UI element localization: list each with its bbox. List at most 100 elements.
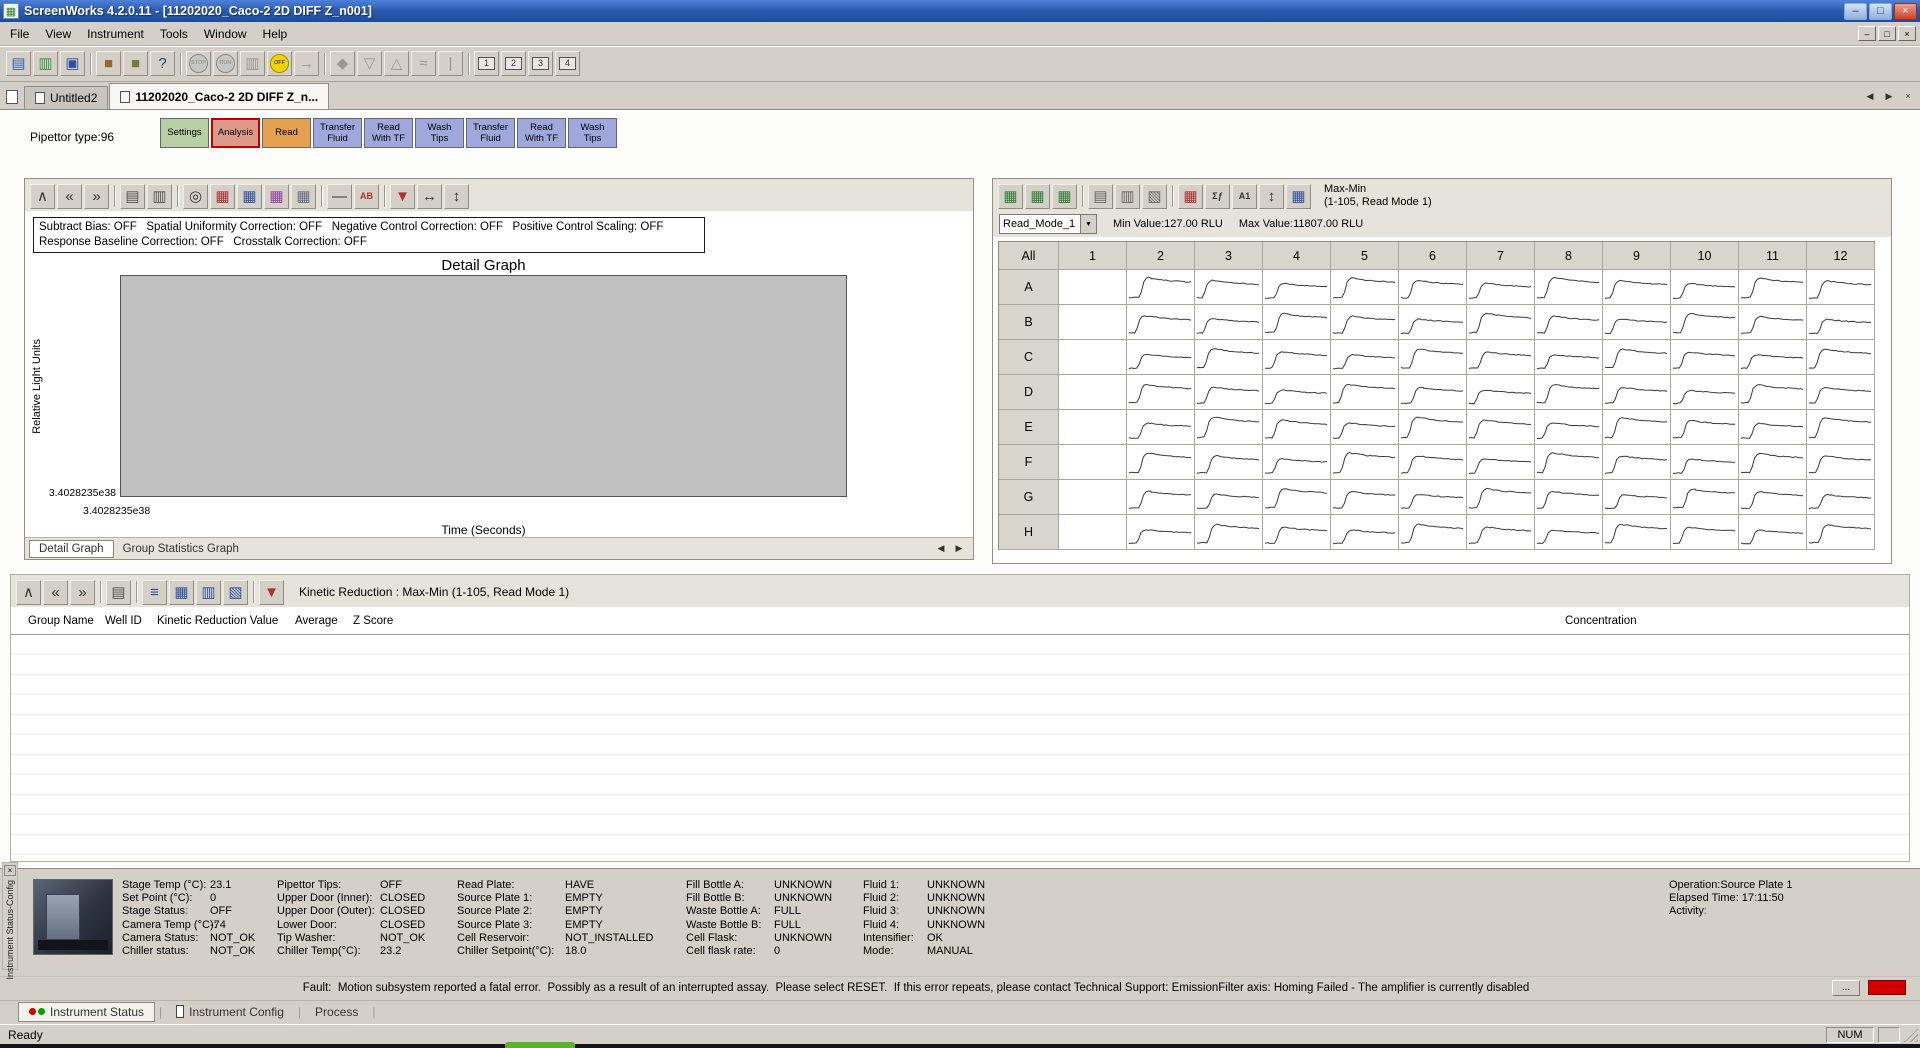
well-H2[interactable] [1127, 515, 1195, 550]
plate-view-icon[interactable]: ▦ [998, 184, 1023, 209]
well-F9[interactable] [1603, 445, 1671, 480]
protocol-tab-transfer-fluid[interactable]: TransferFluid [466, 118, 515, 148]
protocol-tab-read-with-tf[interactable]: ReadWith TF [517, 118, 566, 148]
doc-tab-1[interactable]: 11202020_Caco-2 2D DIFF Z_n... [109, 83, 329, 109]
maximize-button[interactable]: □ [1869, 3, 1892, 20]
well-A6[interactable] [1399, 270, 1467, 305]
plate-row-header-D[interactable]: D [999, 375, 1059, 410]
kinetic-col-average[interactable]: Average [295, 615, 338, 627]
menu-tools[interactable]: Tools [152, 24, 196, 44]
well-A10[interactable] [1671, 270, 1739, 305]
plate-row-header-F[interactable]: F [999, 445, 1059, 480]
well-G1[interactable] [1059, 480, 1127, 515]
well-C5[interactable] [1331, 340, 1399, 375]
well-C8[interactable] [1535, 340, 1603, 375]
protocol-tab-read-with-tf[interactable]: ReadWith TF [364, 118, 413, 148]
well-F8[interactable] [1535, 445, 1603, 480]
well-E5[interactable] [1331, 410, 1399, 445]
menu-window[interactable]: Window [196, 24, 255, 44]
well-H9[interactable] [1603, 515, 1671, 550]
well-G8[interactable] [1535, 480, 1603, 515]
plate-col-header-2[interactable]: 2 [1127, 242, 1195, 270]
well-B11[interactable] [1739, 305, 1807, 340]
well-C4[interactable] [1263, 340, 1331, 375]
well-B3[interactable] [1195, 305, 1263, 340]
layout-frame-4-icon[interactable]: 4 [555, 51, 580, 76]
well-C9[interactable] [1603, 340, 1671, 375]
overlay-graph-mode-icon[interactable]: ▦ [237, 184, 262, 209]
plate-col-header-11[interactable]: 11 [1739, 242, 1807, 270]
well-H4[interactable] [1263, 515, 1331, 550]
well-B9[interactable] [1603, 305, 1671, 340]
export-table-icon[interactable]: ▼ [259, 580, 284, 605]
protocol-tab-transfer-fluid[interactable]: TransferFluid [313, 118, 362, 148]
well-F6[interactable] [1399, 445, 1467, 480]
well-F12[interactable] [1807, 445, 1875, 480]
well-D10[interactable] [1671, 375, 1739, 410]
matrix-view-icon[interactable]: ▧ [223, 580, 248, 605]
well-F2[interactable] [1127, 445, 1195, 480]
well-C3[interactable] [1195, 340, 1263, 375]
autoscale-y-icon[interactable]: ↕ [444, 184, 469, 209]
plate-all-header[interactable]: All [999, 242, 1059, 270]
well-G2[interactable] [1127, 480, 1195, 515]
well-F4[interactable] [1263, 445, 1331, 480]
well-B12[interactable] [1807, 305, 1875, 340]
well-E7[interactable] [1467, 410, 1535, 445]
doc-tab-0[interactable]: Untitled2 [24, 86, 108, 109]
well-D3[interactable] [1195, 375, 1263, 410]
well-H1[interactable] [1059, 515, 1127, 550]
layout-frame-1-icon[interactable]: 1 [474, 51, 499, 76]
protocol-tab-wash-tips[interactable]: WashTips [568, 118, 617, 148]
plate-row-header-E[interactable]: E [999, 410, 1059, 445]
layout-frame-3-icon[interactable]: 3 [528, 51, 553, 76]
tab-scroll-left-icon[interactable]: ◀ [1862, 88, 1878, 104]
well-C11[interactable] [1739, 340, 1807, 375]
plate-col-header-1[interactable]: 1 [1059, 242, 1127, 270]
well-H8[interactable] [1535, 515, 1603, 550]
well-H6[interactable] [1399, 515, 1467, 550]
well-B7[interactable] [1467, 305, 1535, 340]
read-mode-dropdown[interactable]: Read_Mode_1 ▼ [999, 214, 1097, 234]
graph-tab-detail-graph[interactable]: Detail Graph [29, 540, 114, 558]
protocol-tab-read[interactable]: Read [262, 118, 311, 148]
well-C10[interactable] [1671, 340, 1739, 375]
plate-col-header-6[interactable]: 6 [1399, 242, 1467, 270]
well-D11[interactable] [1739, 375, 1807, 410]
well-C12[interactable] [1807, 340, 1875, 375]
well-graph-icon[interactable]: ▦ [1286, 184, 1311, 209]
well-D9[interactable] [1603, 375, 1671, 410]
collapse-table-icon[interactable]: ∧ [16, 580, 41, 605]
menu-view[interactable]: View [37, 24, 79, 44]
stats-table-view-icon[interactable]: ▥ [196, 580, 221, 605]
well-G7[interactable] [1467, 480, 1535, 515]
zoom-tool-icon[interactable]: ◎ [183, 184, 208, 209]
well-D7[interactable] [1467, 375, 1535, 410]
axis-labels-icon[interactable]: AB [354, 184, 379, 209]
well-G9[interactable] [1603, 480, 1671, 515]
page-left-icon[interactable]: « [57, 184, 82, 209]
well-H12[interactable] [1807, 515, 1875, 550]
well-A3[interactable] [1195, 270, 1263, 305]
well-C2[interactable] [1127, 340, 1195, 375]
well-G5[interactable] [1331, 480, 1399, 515]
line-style-icon[interactable]: — [327, 184, 352, 209]
well-B8[interactable] [1535, 305, 1603, 340]
bottom-tab-instrument-status[interactable]: Instrument Status [18, 1002, 155, 1022]
plate-col-header-7[interactable]: 7 [1467, 242, 1535, 270]
mdi-restore-button[interactable]: □ [1878, 26, 1896, 41]
well-D4[interactable] [1263, 375, 1331, 410]
well-D5[interactable] [1331, 375, 1399, 410]
well-H7[interactable] [1467, 515, 1535, 550]
well-D2[interactable] [1127, 375, 1195, 410]
well-D8[interactable] [1535, 375, 1603, 410]
export-graph-icon[interactable]: ▼ [390, 184, 415, 209]
plate-col-header-9[interactable]: 9 [1603, 242, 1671, 270]
well-E6[interactable] [1399, 410, 1467, 445]
well-E3[interactable] [1195, 410, 1263, 445]
well-D6[interactable] [1399, 375, 1467, 410]
autoscale-x-icon[interactable]: ↔ [417, 184, 442, 209]
well-B6[interactable] [1399, 305, 1467, 340]
well-C1[interactable] [1059, 340, 1127, 375]
menu-instrument[interactable]: Instrument [79, 24, 152, 44]
